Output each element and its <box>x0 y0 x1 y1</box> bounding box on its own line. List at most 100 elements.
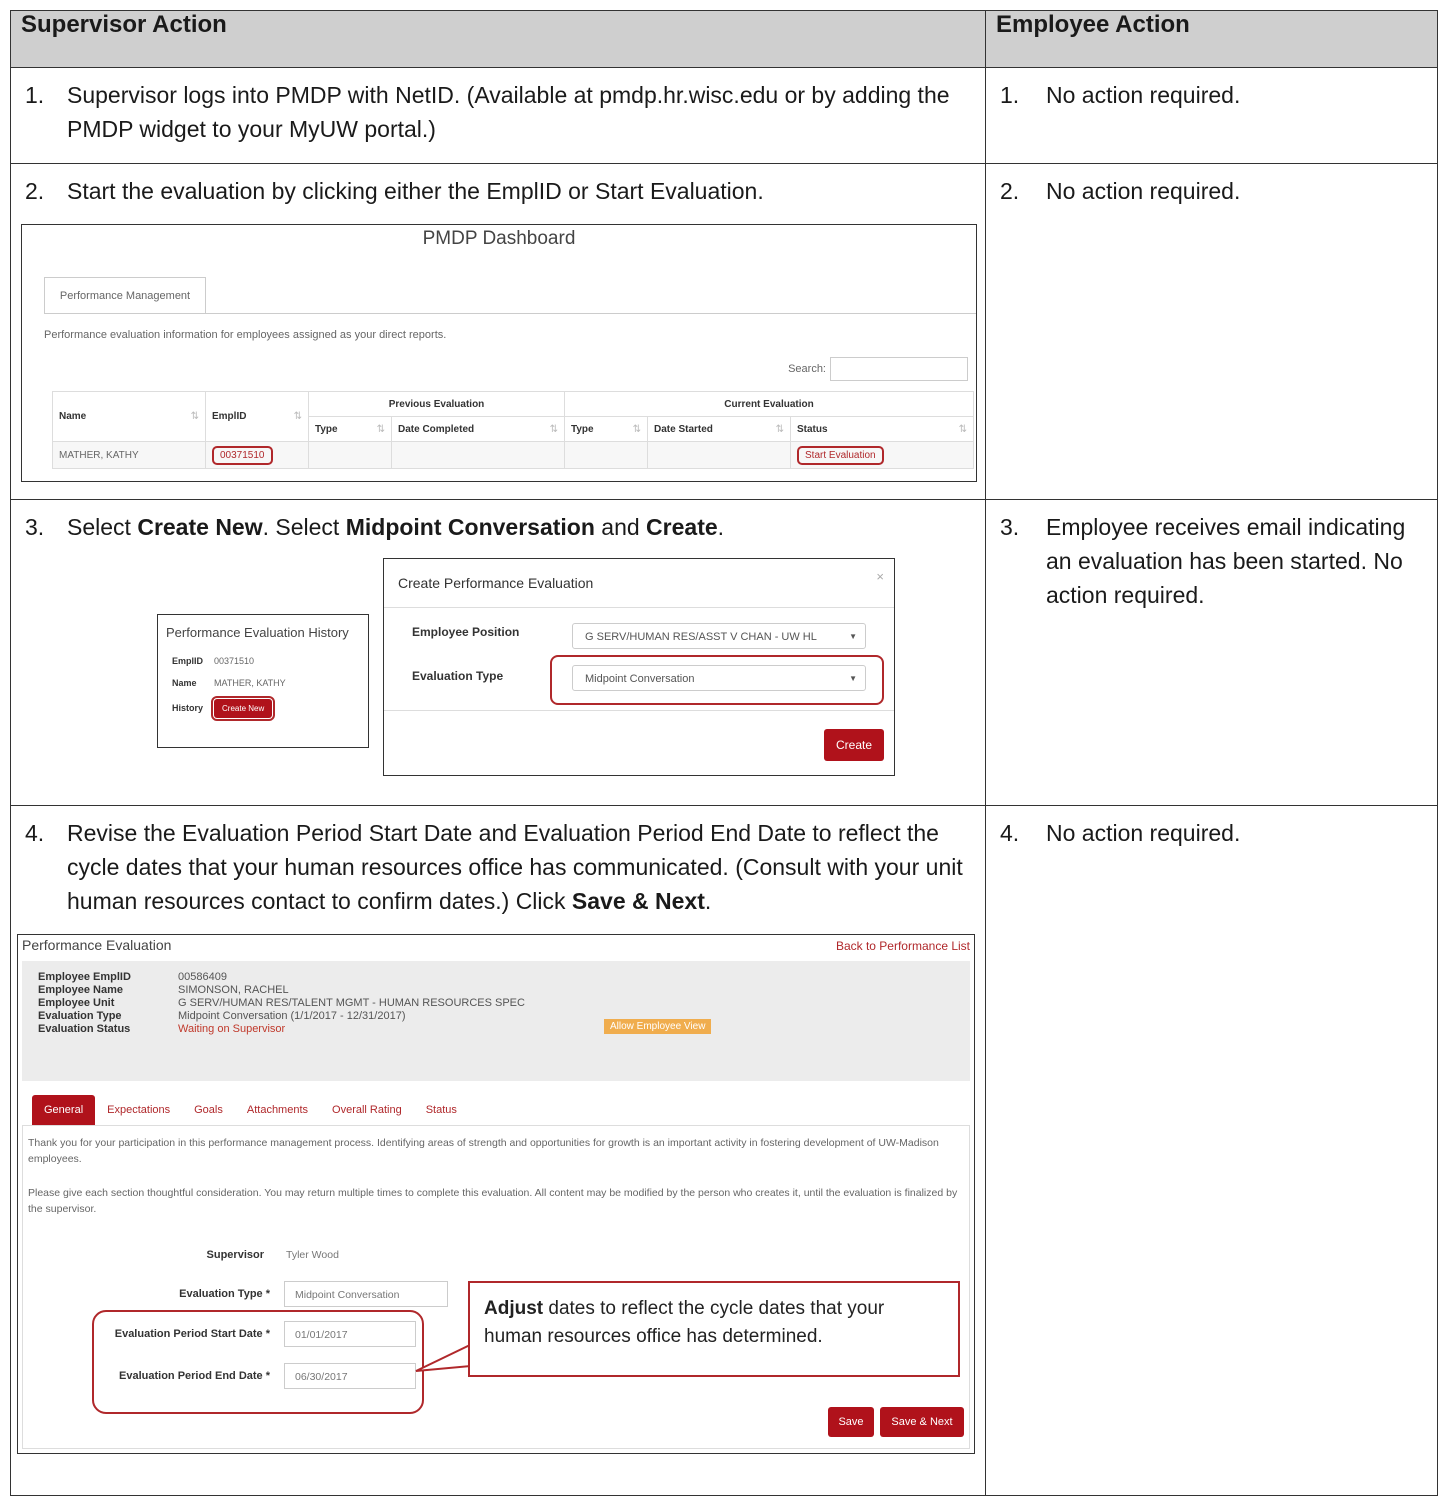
close-icon[interactable]: × <box>876 569 884 584</box>
tab-performance-management[interactable]: Performance Management <box>44 277 206 314</box>
tab-general[interactable]: General <box>32 1095 96 1125</box>
cell-empty <box>391 441 565 469</box>
supervisor-value: Tyler Wood <box>286 1249 339 1261</box>
col-type-prev[interactable]: Type ⇅ <box>308 416 392 442</box>
search: Search: <box>788 357 968 381</box>
group-previous: Previous Evaluation <box>308 391 565 417</box>
tab-expectations[interactable]: Expectations <box>95 1095 182 1125</box>
start-evaluation-link[interactable]: Start Evaluation <box>797 445 884 465</box>
sort-icon: ⇅ <box>293 411 302 422</box>
employee-text: No action required. <box>1046 82 1241 108</box>
chevron-down-icon: ▼ <box>849 674 857 683</box>
tab-status[interactable]: Status <box>414 1095 469 1125</box>
step-number: 4. <box>25 820 45 846</box>
employee-info-panel: Employee EmplID 00586409 Employee Name SIM… <box>22 961 970 1081</box>
header-supervisor: Supervisor Action <box>10 10 986 68</box>
step-number: 3. <box>1000 514 1020 540</box>
create-button[interactable]: Create <box>824 729 884 761</box>
col-date-started[interactable]: Date Started ⇅ <box>647 416 791 442</box>
allow-employee-view-button[interactable]: Allow Employee View <box>604 1019 712 1034</box>
tab-goals[interactable]: Goals <box>182 1095 235 1125</box>
col-name[interactable]: Name ⇅ <box>52 391 206 442</box>
sort-icon: ⇅ <box>632 423 641 435</box>
history-label: History <box>172 703 204 713</box>
employee-text: No action required. <box>1046 178 1241 204</box>
header-employee: Employee Action <box>985 10 1438 68</box>
evaluation-type-field[interactable]: Midpoint Conversation <box>284 1281 448 1307</box>
instruction-table: Supervisor Action Employee Action 1. Supe… <box>10 10 1438 1496</box>
tab-attachments[interactable]: Attachments <box>235 1095 320 1125</box>
emplid-value: 00371510 <box>214 656 255 666</box>
back-link[interactable]: Back to Performance List <box>836 939 970 953</box>
employee-text: Employee receives email indicating an ev… <box>1046 514 1406 608</box>
step-text: Supervisor logs into PMDP with NetID. (A… <box>67 82 950 142</box>
step-text: Start the evaluation by clicking either … <box>67 178 764 204</box>
tab-overall-rating[interactable]: Overall Rating <box>320 1095 414 1125</box>
cell-status: Start Evaluation <box>790 441 974 469</box>
evaluation-type-label: Evaluation Type * <box>179 1288 270 1300</box>
emplid-label: EmplID <box>172 656 204 666</box>
step-1-supervisor: 1. Supervisor logs into PMDP with NetID. … <box>10 67 986 164</box>
name-label: Name <box>172 678 197 688</box>
performance-evaluation-screenshot: Performance Evaluation Back to Performan… <box>17 934 975 1454</box>
step-number: 4. <box>1000 820 1020 846</box>
cell-empty <box>647 441 791 469</box>
type-label: Evaluation Type <box>412 669 504 683</box>
intro-paragraph: Thank you for your participation in this… <box>28 1137 939 1165</box>
document: Supervisor Action Employee Action 1. Supe… <box>10 10 1438 1496</box>
col-emplid[interactable]: EmplID ⇅ <box>205 391 309 442</box>
name-value: MATHER, KATHY <box>214 678 286 688</box>
modal-title: Create Performance Evaluation <box>384 559 894 608</box>
position-label: Employee Position <box>412 625 520 639</box>
perf-title: Performance Evaluation <box>22 937 172 953</box>
step-number: 2. <box>1000 178 1020 204</box>
step-1-employee: 1. No action required. <box>985 67 1438 164</box>
step-3-screenshots: Performance Evaluation History EmplID 003… <box>11 544 985 799</box>
history-title: Performance Evaluation History <box>166 625 349 640</box>
tab-bar: General Expectations Goals Attachments O… <box>32 1095 469 1125</box>
evaluation-type-select[interactable]: Midpoint Conversation ▼ <box>572 665 866 691</box>
cell-empty <box>564 441 648 469</box>
sort-icon: ⇅ <box>190 411 199 422</box>
step-4-employee: 4. No action required. <box>985 805 1438 1496</box>
step-3-supervisor: 3. Select Create New. Select Midpoint Con… <box>10 499 986 806</box>
step-text: Revise the Evaluation Period Start Date … <box>67 820 963 914</box>
cell-emplid: 00371510 <box>205 441 309 469</box>
step-3-employee: 3. Employee receives email indicating an … <box>985 499 1438 806</box>
save-next-button[interactable]: Save & Next <box>880 1407 964 1437</box>
evaluation-grid: Name ⇅ EmplID ⇅ Previous Evaluation Curren… <box>52 391 974 469</box>
sort-icon: ⇅ <box>549 423 558 435</box>
col-type-curr[interactable]: Type ⇅ <box>564 416 648 442</box>
step-2-employee: 2. No action required. <box>985 163 1438 500</box>
step-number: 3. <box>25 514 45 540</box>
sort-icon: ⇅ <box>376 423 385 435</box>
date-highlight-box <box>92 1310 424 1414</box>
step-4-supervisor: 4. Revise the Evaluation Period Start Dat… <box>10 805 986 1496</box>
emplid-link[interactable]: 00371510 <box>212 445 273 465</box>
search-label: Search: <box>788 363 826 375</box>
supervisor-label: Supervisor <box>206 1249 264 1261</box>
step-number: 2. <box>25 178 45 204</box>
col-date-completed[interactable]: Date Completed ⇅ <box>391 416 565 442</box>
create-new-button[interactable]: Create New <box>210 695 276 721</box>
modal-footer-divider <box>384 710 894 711</box>
dashboard-title: PMDP Dashboard <box>422 228 576 249</box>
col-status[interactable]: Status ⇅ <box>790 416 974 442</box>
cell-name: MATHER, KATHY <box>52 441 206 469</box>
history-panel: Performance Evaluation History EmplID 003… <box>157 614 369 748</box>
instructions-paragraph: Please give each section thoughtful cons… <box>28 1187 958 1215</box>
chevron-down-icon: ▼ <box>849 632 857 641</box>
cell-empty <box>308 441 392 469</box>
step-number: 1. <box>1000 82 1020 108</box>
position-select[interactable]: G SERV/HUMAN RES/ASST V CHAN - UW HL ▼ <box>572 623 866 649</box>
step-number: 1. <box>25 82 45 108</box>
search-input[interactable] <box>830 357 968 381</box>
employee-text: No action required. <box>1046 820 1241 846</box>
tab-divider <box>44 313 976 314</box>
sort-icon: ⇅ <box>958 423 967 435</box>
dashboard-screenshot: PMDP Dashboard Performance Management Pe… <box>21 224 977 482</box>
dashboard-info: Performance evaluation information for e… <box>44 329 447 341</box>
sort-icon: ⇅ <box>775 423 784 435</box>
save-button[interactable]: Save <box>828 1407 874 1437</box>
step-text: Select Create New. Select Midpoint Conve… <box>67 514 725 540</box>
